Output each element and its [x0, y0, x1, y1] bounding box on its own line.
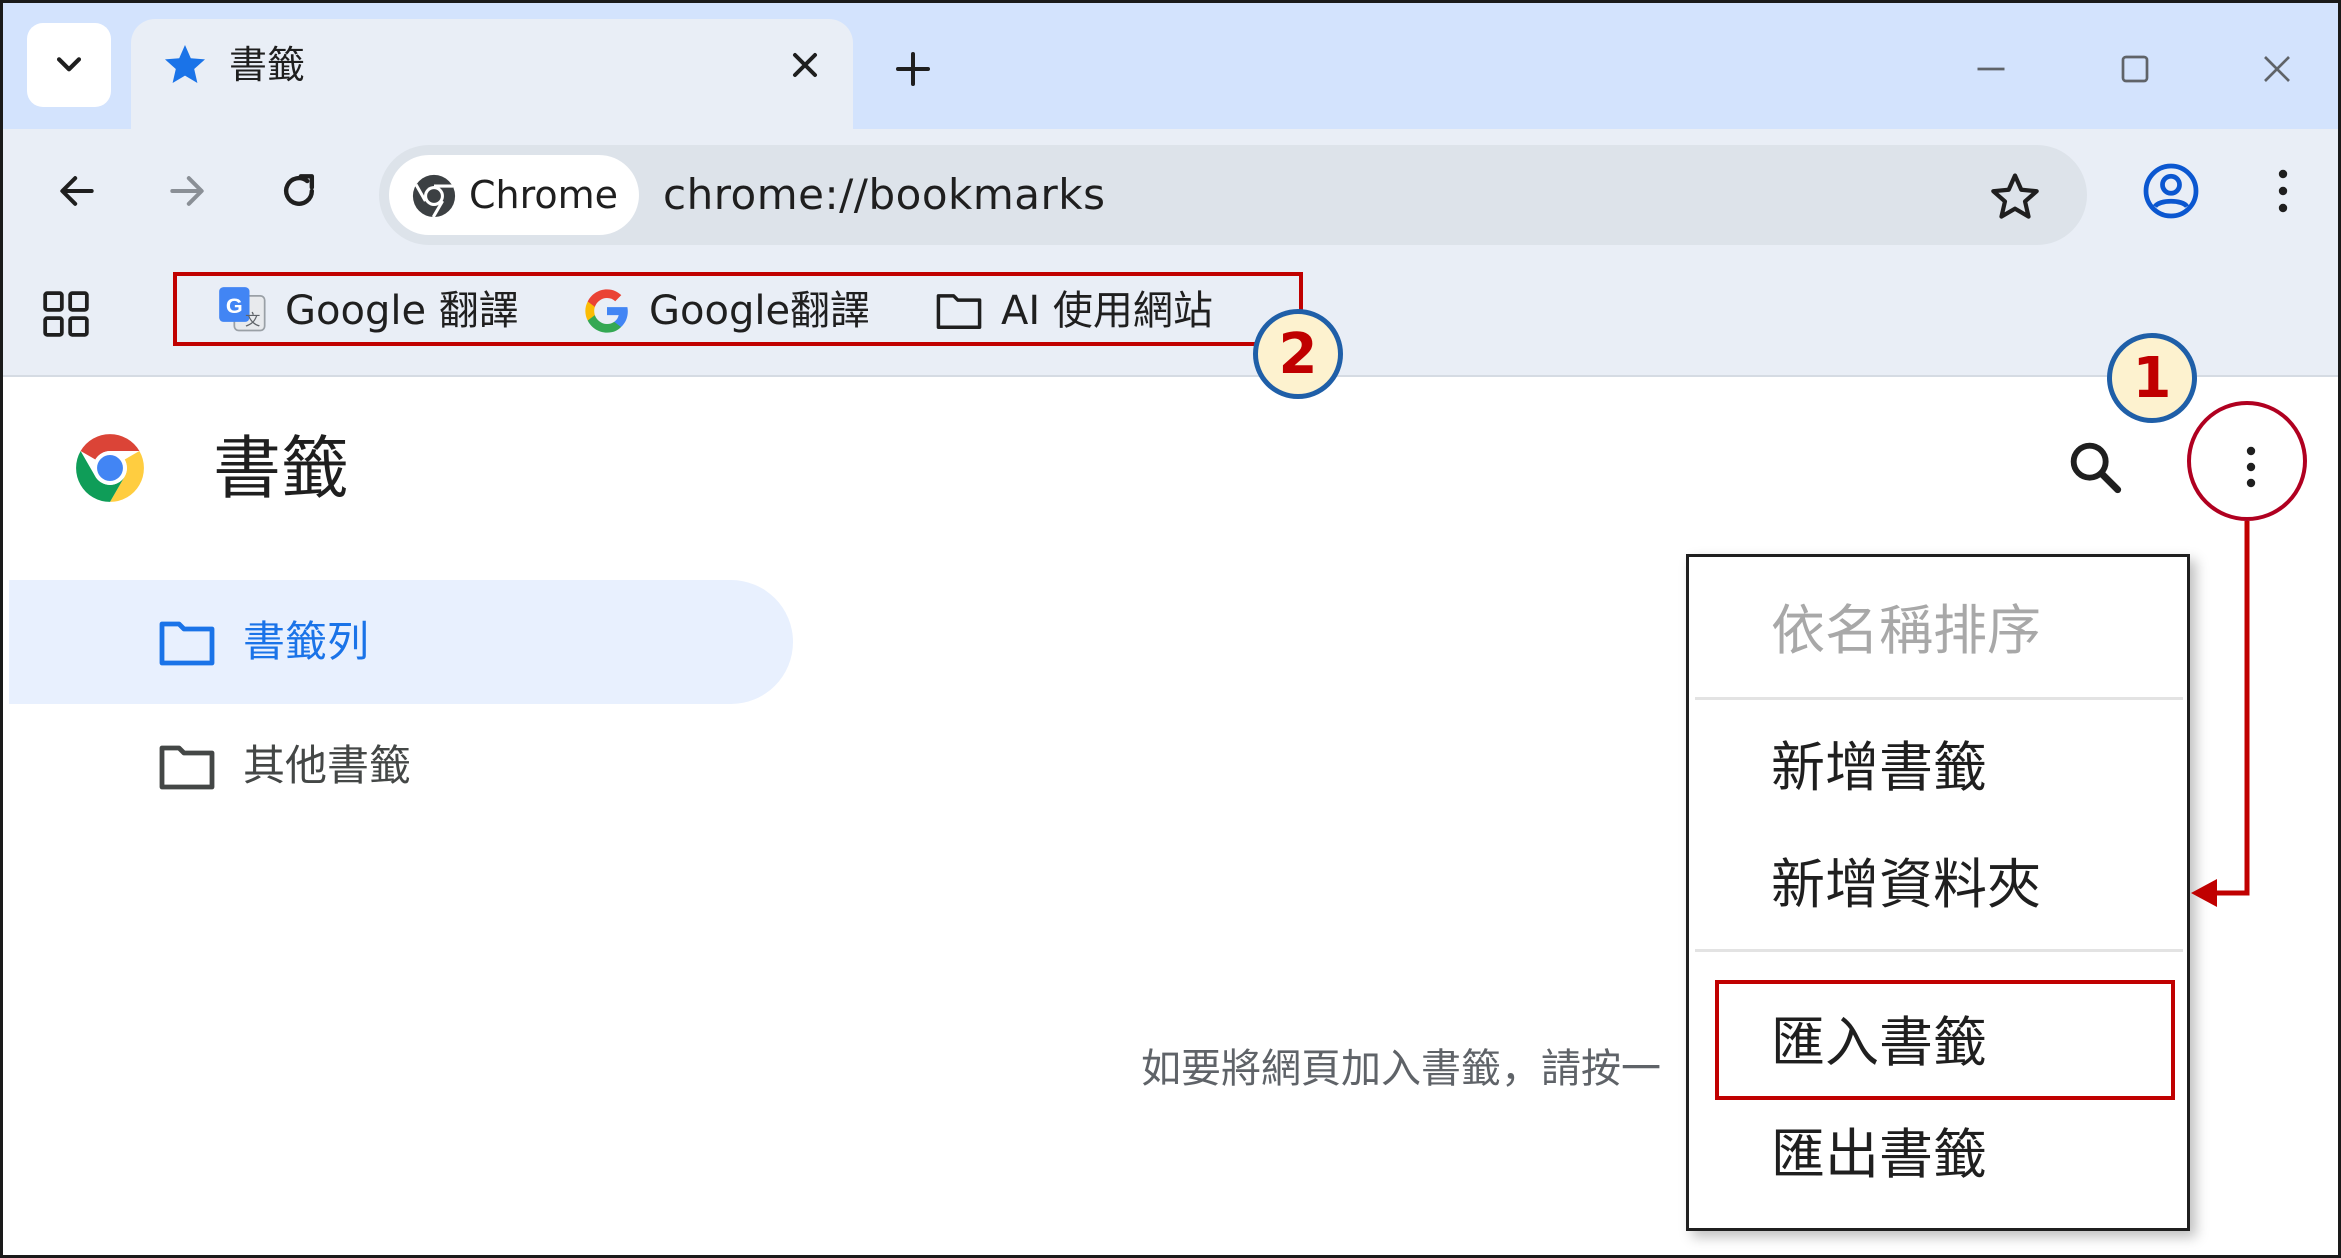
page-title: 書籤: [213, 430, 350, 509]
step-badge-2: 2: [1253, 309, 1343, 399]
menu-item-label: 依名稱排序: [1771, 599, 2041, 662]
toolbar: Chrome chrome://bookmarks: [3, 129, 2338, 253]
arrow-right-icon: [170, 176, 204, 206]
menu-item-sort-by-name: 依名稱排序: [1689, 575, 2187, 683]
sidebar-item-label: 其他書籤: [243, 741, 412, 790]
search-icon[interactable]: [2063, 435, 2127, 499]
browser-window: 書籤 Chrome chrome://bookmarks G 文 Google …: [0, 0, 2341, 1258]
sidebar-item-label: 書籤列: [243, 617, 370, 666]
forward-button[interactable]: [155, 159, 219, 223]
tab-close-button[interactable]: [781, 41, 829, 89]
chrome-logo-icon: [76, 434, 144, 502]
chip-label: Chrome: [469, 173, 619, 217]
address-bar[interactable]: Chrome chrome://bookmarks: [379, 145, 2087, 245]
menu-divider: [1695, 949, 2183, 952]
chevron-down-icon: [56, 57, 82, 72]
sidebar-item-other-bookmarks[interactable]: 其他書籤: [9, 704, 793, 828]
reload-button[interactable]: [267, 159, 331, 223]
url-text[interactable]: chrome://bookmarks: [663, 167, 1105, 223]
highlight-bookmarks-bar: [173, 272, 1303, 346]
window-close-button[interactable]: [2249, 41, 2305, 97]
menu-divider: [1695, 697, 2183, 700]
profile-icon[interactable]: [2141, 161, 2201, 221]
close-icon: [2264, 56, 2290, 82]
tab-search-button[interactable]: [27, 23, 111, 107]
menu-item-label: 新增書籤: [1771, 736, 1987, 799]
menu-item-label: 新增資料夾: [1771, 853, 2041, 916]
menu-item-add-bookmark[interactable]: 新增書籤: [1689, 712, 2187, 820]
plus-icon: [896, 52, 930, 86]
highlight-circle-menu: [2187, 401, 2307, 521]
folder-icon: [159, 621, 215, 666]
more-vert-icon: [2278, 169, 2288, 213]
reload-icon: [283, 174, 315, 206]
highlight-import-item: [1715, 980, 2175, 1100]
menu-item-export-bookmarks[interactable]: 匯出書籤: [1689, 1099, 2187, 1207]
organize-menu: 依名稱排序 新增書籤 新增資料夾 匯入書籤 匯出書籤: [1686, 554, 2190, 1231]
chrome-menu-button[interactable]: [2253, 161, 2313, 221]
active-tab[interactable]: 書籤: [131, 19, 853, 135]
close-icon: [793, 53, 817, 77]
minimize-button[interactable]: [1963, 41, 2019, 97]
menu-item-add-folder[interactable]: 新增資料夾: [1689, 829, 2187, 937]
maximize-button[interactable]: [2107, 41, 2163, 97]
bookmarks-bar: G 文 Google 翻譯 Google翻譯 AI 使用網站: [3, 253, 2338, 377]
folder-icon: [159, 745, 215, 790]
empty-state-message: 如要將網頁加入書籤，請按一: [1141, 1046, 1661, 1092]
menu-item-label: 匯出書籤: [1771, 1123, 1987, 1186]
site-info-chip[interactable]: Chrome: [389, 155, 639, 235]
star-filled-icon: [165, 45, 205, 83]
tab-strip: 書籤: [3, 3, 2338, 135]
new-tab-button[interactable]: [883, 39, 943, 99]
tab-title: 書籤: [229, 43, 306, 87]
minimize-icon: [1977, 67, 2005, 71]
bookmark-star-icon[interactable]: [1987, 169, 2043, 225]
chrome-logo-icon: [412, 174, 456, 218]
step-badge-1: 1: [2107, 333, 2197, 423]
arrow-left-icon: [60, 176, 94, 206]
apps-grid-icon[interactable]: [41, 289, 91, 339]
sidebar-item-bookmarks-bar[interactable]: 書籤列: [9, 580, 793, 704]
back-button[interactable]: [45, 159, 109, 223]
maximize-icon: [2121, 55, 2149, 83]
